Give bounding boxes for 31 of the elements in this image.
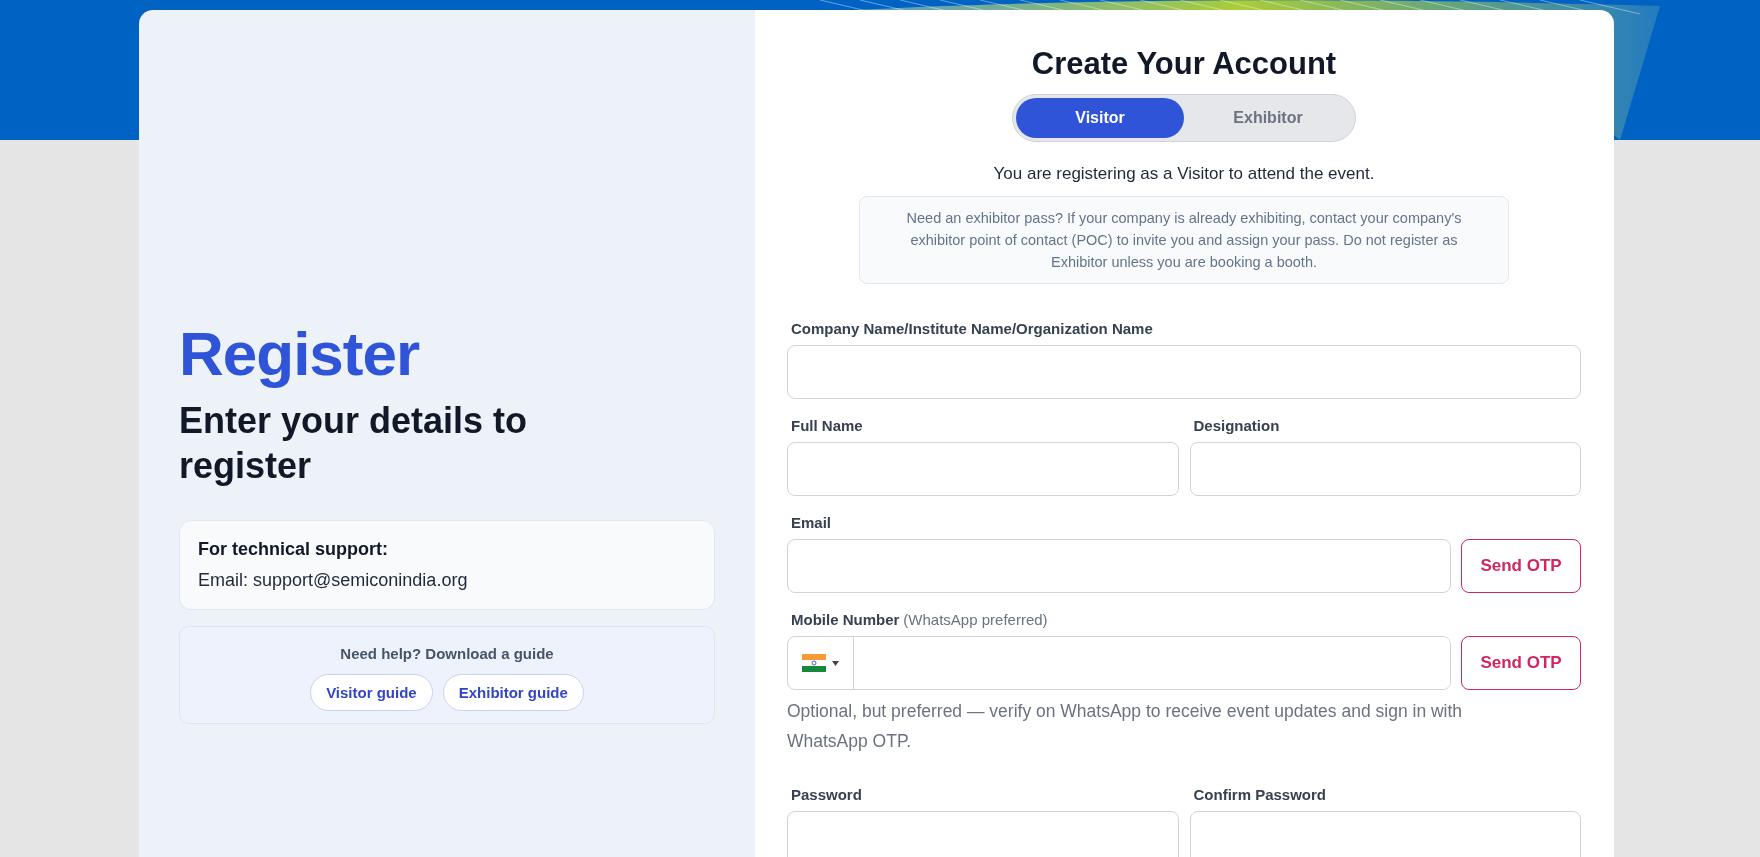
password-field[interactable] <box>1189 811 1581 857</box>
help-text: Optional, but preferred — verify on WhatsApp to receive event updates and sign in with WhatsApp OTP. <box>787 700 1464 753</box>
guide-button[interactable]: Visitor guide <box>310 674 433 712</box>
field-label: Company Name/Institute Name/Organization Name <box>791 320 1153 337</box>
field-label: Designation <box>1193 417 1280 434</box>
support-email: Email: support@semiconindia.org <box>198 570 469 592</box>
page-subtitle: Enter your details to register <box>179 399 529 489</box>
send-otp-button[interactable]: Send OTP <box>1461 636 1581 690</box>
role-tab[interactable]: Visitor <box>1016 98 1184 138</box>
input-field[interactable] <box>1189 442 1581 496</box>
guide-heading: Need help? Download a guide <box>340 645 554 663</box>
input-field[interactable] <box>787 539 1451 593</box>
input-field[interactable] <box>787 442 1179 496</box>
flag-icon <box>802 654 826 672</box>
field-label: Mobile Number <box>791 611 900 628</box>
support-heading: For technical support: <box>198 539 389 561</box>
page-title: Register <box>179 320 421 389</box>
guide-button[interactable]: Exhibitor guide <box>442 674 584 712</box>
password-field[interactable] <box>787 811 1179 857</box>
field-label: Password <box>791 786 862 803</box>
caret-icon <box>832 660 839 666</box>
intro-text: You are registering as a Visitor to attend the event. <box>993 164 1375 184</box>
field-label: Email <box>791 514 832 531</box>
send-otp-button[interactable]: Send OTP <box>1461 539 1581 593</box>
exhibitor-notice: Need an exhibitor pass? If your company is already exhibiting, contact your company's exhibitor point of contact (POC) to invite you and assign your pass. Do not register as Exhibitor unless you are booking a booth. <box>859 196 1509 284</box>
field-label: Confirm Password <box>1193 786 1327 803</box>
form-title: Create Your Account <box>1031 46 1337 82</box>
field-hint: (WhatsApp preferred) <box>903 611 1048 628</box>
field-label: Full Name <box>791 417 863 434</box>
input-field[interactable] <box>787 345 1581 399</box>
role-tab[interactable]: Exhibitor <box>1184 98 1352 138</box>
